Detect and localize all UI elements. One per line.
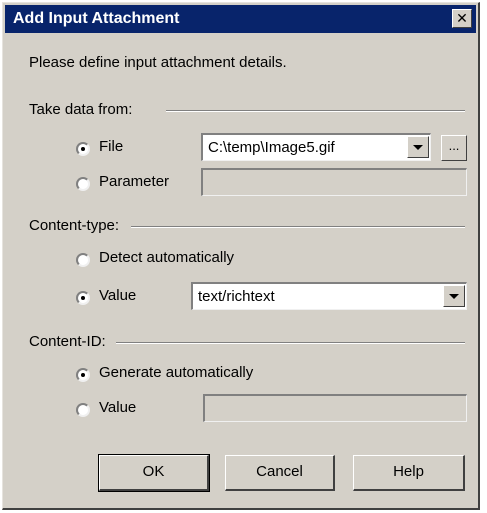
content-type-value-radio[interactable] [76, 291, 90, 305]
ok-button[interactable]: OK [98, 454, 210, 492]
content-type-value: text/richtext [198, 288, 275, 305]
take-data-heading: Take data from: [29, 101, 133, 118]
window-title: Add Input Attachment [13, 10, 180, 27]
intro-text: Please define input attachment details. [29, 54, 287, 71]
content-type-divider [131, 226, 465, 228]
file-radio[interactable] [76, 142, 90, 156]
content-id-value-field[interactable] [203, 394, 467, 422]
file-radio-label[interactable]: File [99, 138, 123, 155]
title-bar: Add Input Attachment ✕ [5, 5, 476, 33]
content-type-dropdown-button[interactable] [443, 285, 465, 307]
generate-automatically-label[interactable]: Generate automatically [99, 364, 253, 381]
file-path-combobox[interactable]: C:\temp\Image5.gif [201, 133, 431, 161]
parameter-radio-label[interactable]: Parameter [99, 173, 169, 190]
browse-button[interactable]: ... [441, 135, 467, 161]
ellipsis-icon: ... [448, 138, 460, 153]
content-id-divider [116, 342, 465, 344]
generate-automatically-radio[interactable] [76, 368, 90, 382]
file-path-dropdown-button[interactable] [407, 136, 429, 158]
help-button[interactable]: Help [353, 455, 465, 491]
parameter-radio[interactable] [76, 177, 90, 191]
content-type-combobox[interactable]: text/richtext [191, 282, 467, 310]
content-id-heading: Content-ID: [29, 333, 106, 350]
close-button[interactable]: ✕ [452, 9, 472, 28]
detect-automatically-label[interactable]: Detect automatically [99, 249, 234, 266]
content-type-value-label[interactable]: Value [99, 287, 136, 304]
content-id-value-label[interactable]: Value [99, 399, 136, 416]
cancel-button[interactable]: Cancel [225, 455, 335, 491]
parameter-field[interactable] [201, 168, 467, 196]
detect-automatically-radio[interactable] [76, 253, 90, 267]
close-icon: ✕ [456, 10, 468, 26]
file-path-value: C:\temp\Image5.gif [208, 139, 335, 156]
add-input-attachment-dialog: Add Input Attachment ✕ Please define inp… [2, 2, 480, 510]
take-data-divider [166, 110, 465, 112]
content-type-heading: Content-type: [29, 217, 120, 234]
content-id-value-radio[interactable] [76, 403, 90, 417]
